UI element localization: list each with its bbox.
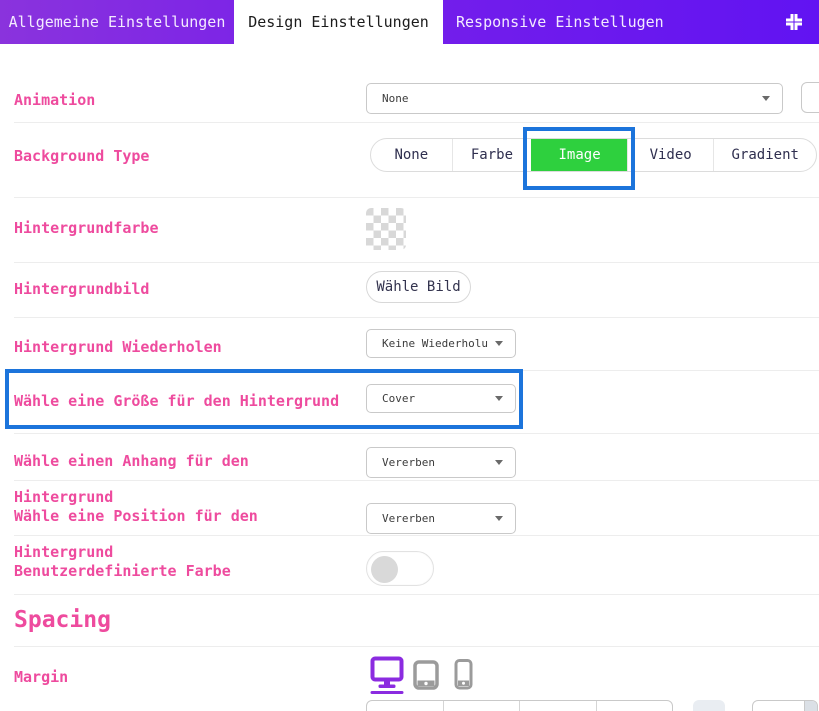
background-type-option-none[interactable]: None xyxy=(371,139,452,171)
background-position-select-value: Vererben xyxy=(382,512,489,525)
link-values-button[interactable] xyxy=(693,700,725,711)
toggle-knob xyxy=(371,556,398,583)
background-type-option-image[interactable]: Image xyxy=(531,139,627,171)
row-divider xyxy=(14,594,819,595)
desktop-icon[interactable] xyxy=(370,656,404,698)
row-divider xyxy=(14,262,819,263)
background-type-label: Background Type xyxy=(14,147,354,166)
background-repeat-select-value: Keine Wiederholung xyxy=(382,337,489,350)
tab-bar: Allgemeine Einstellungen Design Einstell… xyxy=(0,0,819,44)
clipped-control[interactable] xyxy=(801,82,819,113)
background-repeat-select[interactable]: Keine Wiederholung xyxy=(366,329,516,358)
margin-right-input[interactable] xyxy=(443,701,520,711)
row-divider xyxy=(14,535,819,536)
margin-label: Margin xyxy=(14,668,354,687)
background-size-label: Wähle eine Größe für den Hintergrund xyxy=(14,392,354,411)
row-divider xyxy=(14,480,819,481)
compress-icon[interactable] xyxy=(783,11,805,33)
caret-down-icon xyxy=(495,460,503,465)
margin-number-input[interactable] xyxy=(752,700,818,711)
background-position-label-wrap: Hintergrund xyxy=(14,543,354,562)
tab-allgemeine-einstellungen[interactable]: Allgemeine Einstellungen xyxy=(0,0,234,44)
background-size-select-value: Cover xyxy=(382,392,489,405)
background-attachment-select[interactable]: Vererben xyxy=(366,447,516,478)
spacing-heading: Spacing xyxy=(14,607,111,633)
background-image-label: Hintergrundbild xyxy=(14,280,354,299)
row-divider xyxy=(14,433,819,434)
background-color-swatch[interactable] xyxy=(366,208,406,250)
background-type-option-farbe[interactable]: Farbe xyxy=(452,139,532,171)
choose-image-button[interactable]: Wähle Bild xyxy=(366,271,471,303)
margin-left-input[interactable] xyxy=(596,701,673,711)
background-attachment-select-value: Vererben xyxy=(382,456,489,469)
custom-color-toggle[interactable] xyxy=(366,551,434,586)
animation-label: Animation xyxy=(14,91,354,110)
tablet-icon[interactable] xyxy=(413,660,439,694)
tab-design-einstellungen[interactable]: Design Einstellungen xyxy=(234,0,443,44)
settings-panel: Allgemeine Einstellungen Design Einstell… xyxy=(0,0,819,711)
custom-color-label: Benutzerdefinierte Farbe xyxy=(14,562,354,581)
background-type-option-gradient[interactable]: Gradient xyxy=(713,139,816,171)
row-divider xyxy=(14,370,819,371)
animation-select-value: None xyxy=(382,92,756,105)
background-repeat-label: Hintergrund Wiederholen xyxy=(14,338,354,357)
background-attachment-label: Wähle einen Anhang für den xyxy=(14,452,354,471)
caret-down-icon xyxy=(495,396,503,401)
device-switcher xyxy=(370,656,473,698)
caret-down-icon xyxy=(495,516,503,521)
number-stepper[interactable] xyxy=(804,701,817,711)
animation-select[interactable]: None xyxy=(366,83,783,114)
background-attachment-label-wrap: Hintergrund xyxy=(14,488,354,507)
margin-top-input[interactable] xyxy=(367,701,443,711)
mobile-icon[interactable] xyxy=(454,659,473,694)
row-divider xyxy=(14,197,819,198)
section-divider xyxy=(14,646,819,647)
caret-down-icon xyxy=(495,341,503,346)
background-color-label: Hintergrundfarbe xyxy=(14,219,354,238)
background-type-option-video[interactable]: Video xyxy=(627,139,714,171)
caret-down-icon xyxy=(762,96,770,101)
background-type-button-group: None Farbe Image Video Gradient xyxy=(370,138,817,172)
margin-bottom-input[interactable] xyxy=(519,701,596,711)
row-divider xyxy=(14,122,819,123)
background-position-label: Wähle eine Position für den xyxy=(14,507,354,526)
margin-values-input-group[interactable] xyxy=(366,700,673,711)
row-divider xyxy=(14,317,819,318)
background-size-select[interactable]: Cover xyxy=(366,384,516,413)
tab-responsive-einstellungen[interactable]: Responsive Einstellugen xyxy=(443,0,743,44)
background-position-select[interactable]: Vererben xyxy=(366,503,516,534)
